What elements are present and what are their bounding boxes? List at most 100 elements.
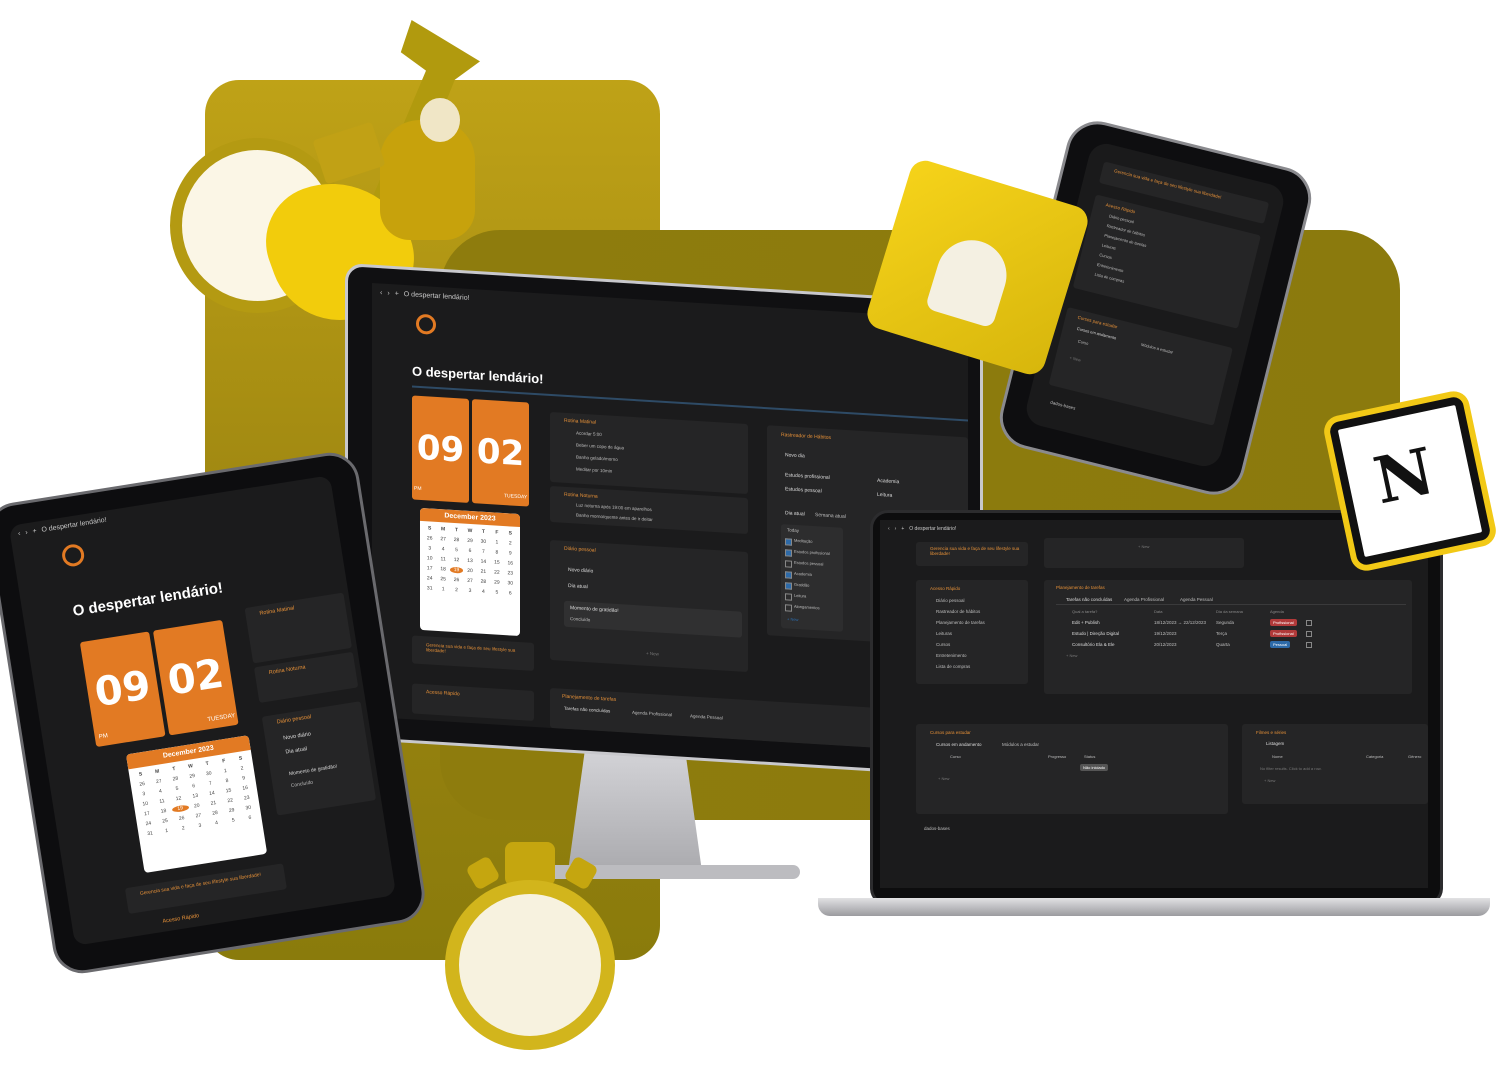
- calendar-day[interactable]: 1: [158, 827, 176, 836]
- laptop-courses-add[interactable]: + New: [938, 776, 949, 781]
- calendar-day[interactable]: 5: [490, 589, 503, 596]
- calendar-day[interactable]: 31: [423, 585, 436, 592]
- back-icon[interactable]: ‹: [380, 289, 382, 296]
- calendar-day[interactable]: 24: [423, 575, 436, 582]
- calendar-day[interactable]: 28: [450, 537, 463, 544]
- laptop-courses-tab-modules[interactable]: Módulos a estudar: [1002, 742, 1039, 747]
- task-tab-pending[interactable]: Tarefas não concluídas: [564, 706, 610, 714]
- task-row-name[interactable]: Edit + Publish: [1072, 620, 1100, 625]
- laptop-add-icon[interactable]: +: [901, 526, 904, 532]
- calendar-day[interactable]: 23: [504, 570, 517, 577]
- habit-checkbox[interactable]: [785, 538, 792, 546]
- calendar-day[interactable]: 21: [477, 568, 490, 575]
- calendar-day[interactable]: 27: [463, 578, 476, 585]
- calendar-day[interactable]: 29: [463, 538, 476, 545]
- calendar-day[interactable]: 17: [138, 810, 156, 819]
- habit-day-card[interactable]: Today Meditação Estudos profissional Estud…: [781, 524, 843, 632]
- calendar-day[interactable]: 30: [477, 538, 490, 545]
- calendar-day[interactable]: 22: [490, 569, 503, 576]
- habit-tab-week[interactable]: Semana atual: [815, 512, 846, 520]
- calendar-day[interactable]: 2: [504, 540, 517, 547]
- calendar-day[interactable]: 24: [140, 820, 158, 829]
- tablet-new-diary-button[interactable]: Novo diário: [283, 731, 311, 741]
- calendar-day[interactable]: 22: [221, 797, 239, 806]
- laptop-task-tab-pending[interactable]: Tarefas não concluídas: [1066, 597, 1112, 602]
- calendar-day[interactable]: 12: [170, 795, 188, 804]
- calendar-day[interactable]: 6: [463, 548, 476, 555]
- tablet-page-tab-title[interactable]: O despertar lendário!: [41, 517, 107, 534]
- calendar-day[interactable]: 4: [152, 787, 170, 796]
- calendar-day[interactable]: 7: [202, 779, 220, 788]
- calendar-day[interactable]: 5: [225, 816, 243, 825]
- page-tab-title[interactable]: O despertar lendário!: [404, 291, 470, 302]
- calendar-day[interactable]: 3: [135, 790, 153, 799]
- calendar-day[interactable]: 29: [223, 806, 241, 815]
- laptop-films-empty[interactable]: No filter results. Click to add a row.: [1260, 766, 1322, 771]
- habit-checkbox[interactable]: [785, 604, 792, 612]
- diary-add-button[interactable]: + New: [646, 651, 659, 657]
- task-tab-professional[interactable]: Agenda Profissional: [632, 710, 672, 717]
- calendar-day[interactable]: 16: [504, 560, 517, 567]
- calendar-day[interactable]: 7: [477, 548, 490, 555]
- diary-entry-done[interactable]: Concluído: [570, 616, 590, 622]
- laptop-task-tab-personal[interactable]: Agenda Pessoal: [1180, 597, 1213, 602]
- calendar-day[interactable]: 4: [477, 588, 490, 595]
- calendar-day[interactable]: 29: [490, 579, 503, 586]
- habit-add-button[interactable]: + New: [787, 616, 798, 622]
- phone-courses-add[interactable]: + New: [1069, 355, 1081, 363]
- calendar-day[interactable]: 28: [167, 775, 185, 784]
- task-row-checkbox[interactable]: [1306, 631, 1312, 637]
- phone-courses-tab-modules[interactable]: Módulos a estudar: [1140, 342, 1173, 355]
- calendar-day[interactable]: 28: [206, 809, 224, 818]
- habit-button[interactable]: Academia: [877, 478, 899, 485]
- calendar-day[interactable]: 23: [238, 794, 256, 803]
- calendar-day[interactable]: 6: [185, 782, 203, 791]
- calendar-day[interactable]: 13: [187, 792, 205, 801]
- habit-tab-today[interactable]: Dia atual: [785, 510, 805, 517]
- calendar-day[interactable]: 26: [423, 535, 436, 542]
- calendar-day[interactable]: 2: [450, 587, 463, 594]
- calendar-day[interactable]: 10: [137, 800, 155, 809]
- tablet-diary-done[interactable]: Concluído: [290, 780, 313, 789]
- calendar-day[interactable]: 26: [450, 577, 463, 584]
- task-row-checkbox[interactable]: [1306, 642, 1312, 648]
- calendar-day[interactable]: 2: [175, 824, 193, 833]
- calendar-day[interactable]: 13: [463, 558, 476, 565]
- calendar-day[interactable]: 31: [141, 829, 159, 838]
- phone-quick-access-item[interactable]: Leituras: [1101, 242, 1116, 250]
- forward-icon[interactable]: ›: [387, 290, 389, 297]
- phone-quick-access-item[interactable]: Entretenimento: [1097, 262, 1125, 273]
- habit-checkbox[interactable]: [785, 571, 792, 579]
- calendar-day[interactable]: 6: [241, 814, 259, 823]
- laptop-courses-tab-active[interactable]: Cursos em andamento: [936, 742, 982, 747]
- calendar-day[interactable]: 15: [220, 787, 238, 796]
- laptop-forward-icon[interactable]: ›: [895, 526, 897, 532]
- calendar-day[interactable]: 29: [183, 772, 201, 781]
- laptop-films-add[interactable]: + New: [1264, 778, 1275, 783]
- calendar-day[interactable]: 1: [217, 767, 235, 776]
- calendar-day[interactable]: 10: [423, 555, 436, 562]
- calendar-day[interactable]: 26: [173, 814, 191, 823]
- calendar-day[interactable]: 11: [436, 556, 449, 563]
- calendar-day[interactable]: 4: [208, 819, 226, 828]
- task-row-checkbox[interactable]: [1306, 620, 1312, 626]
- calendar-day[interactable]: 18: [436, 566, 449, 573]
- calendar-day[interactable]: 20: [463, 568, 476, 575]
- calendar-day[interactable]: 21: [205, 799, 223, 808]
- calendar-day[interactable]: 6: [504, 590, 517, 597]
- laptop-quick-access-item[interactable]: Entretenimento: [936, 653, 967, 658]
- phone-quick-access-item[interactable]: Cursos: [1099, 252, 1113, 260]
- calendar-day[interactable]: 11: [153, 797, 171, 806]
- laptop-task-add[interactable]: + New: [1066, 653, 1077, 658]
- calendar-day[interactable]: 30: [200, 770, 218, 779]
- laptop-films-tab[interactable]: Listagem: [1266, 741, 1284, 746]
- phone-quick-access-item[interactable]: Lista de compras: [1094, 272, 1125, 284]
- new-diary-button[interactable]: Novo diário: [568, 567, 593, 575]
- habit-checkbox[interactable]: [785, 560, 792, 568]
- task-row-name[interactable]: Consultório Ela & Ele: [1072, 642, 1115, 647]
- phone-quick-access-item[interactable]: Diário pessoal: [1109, 213, 1135, 224]
- calendar-day[interactable]: 19: [449, 566, 464, 574]
- calendar-day[interactable]: 3: [423, 545, 436, 552]
- laptop-quick-access-item[interactable]: Diário pessoal: [936, 598, 965, 603]
- calendar-day[interactable]: 15: [490, 559, 503, 566]
